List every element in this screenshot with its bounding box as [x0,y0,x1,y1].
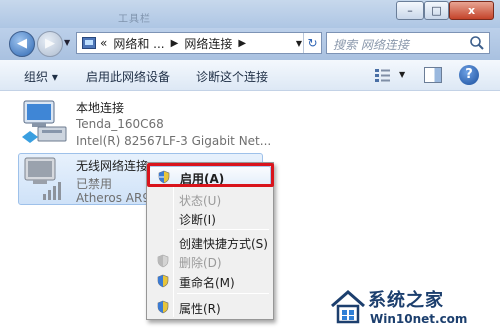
organize-menu[interactable]: 组织 ▾ [24,68,58,85]
recent-pages-dropdown[interactable]: ▼ [64,38,70,47]
search-icon[interactable] [469,35,485,51]
shield-icon [157,254,169,268]
breadcrumb-network-connections[interactable]: 网络连接 [184,35,232,52]
menu-item-label: 创建快捷方式(S) [179,237,268,251]
title-bar: 工具栏 – □ x [0,0,500,28]
wireless-network-icon [24,157,61,200]
shield-icon [157,300,169,314]
maximize-button[interactable]: □ [424,1,449,20]
chevron-right-icon[interactable]: ▶ [238,38,246,49]
menu-item-properties[interactable]: 属性(R) [149,297,271,317]
connection-name: 无线网络连接 [76,159,149,173]
command-toolbar: 组织 ▾ 启用此网络设备 诊断这个连接 ▼ ? [0,60,500,91]
refresh-button[interactable]: ↻ [303,33,321,53]
connection-item-local[interactable]: 本地连接 Tenda_160C68 Intel(R) 82567LF-3 Gig… [18,97,298,155]
connection-name: 本地连接 [76,101,125,115]
menu-item-label: 诊断(I) [179,213,216,227]
minimize-button[interactable]: – [396,1,424,20]
house-logo-icon [331,290,365,324]
wired-network-icon [22,100,67,143]
view-options-icon[interactable] [374,67,392,83]
help-button[interactable]: ? [459,65,479,85]
menu-separator [177,229,269,230]
navigation-bar: ◀ ▶ ▼ « 网络和 ... ▶ 网络连接 ▶ ▼ ↻ 搜索 网络连接 [0,28,500,60]
address-dropdown-icon[interactable]: ▼ [296,39,302,48]
close-button[interactable]: x [449,1,494,20]
connection-status: 已禁用 [76,177,113,191]
search-placeholder: 搜索 网络连接 [333,38,409,52]
menu-item-create-shortcut[interactable]: 创建快捷方式(S) [149,232,271,252]
watermark-url: Win10net.com [370,312,468,326]
connection-adapter: Intel(R) 82567LF-3 Gigabit Net... [76,134,272,148]
search-input[interactable]: 搜索 网络连接 [326,32,490,54]
menu-item-status[interactable]: 状态(U) [149,189,271,209]
shield-icon [157,274,169,288]
watermark: 系统之家 Win10net.com [330,282,498,332]
network-folder-icon [82,37,96,49]
watermark-title: 系统之家 [368,290,444,311]
menu-item-label: 属性(R) [179,302,221,316]
menu-item-delete[interactable]: 删除(D) [149,251,271,271]
menu-item-label: 删除(D) [179,256,222,270]
forward-button[interactable]: ▶ [37,31,63,57]
menu-item-diagnose[interactable]: 诊断(I) [149,208,271,228]
breadcrumb-network-sharing[interactable]: 网络和 ... [113,35,164,52]
breadcrumb-overflow[interactable]: « [100,36,107,50]
diagnose-connection-button[interactable]: 诊断这个连接 [196,68,268,85]
menu-item-label: 状态(U) [179,194,222,208]
menu-item-label: 重命名(M) [179,276,235,290]
menu-separator [177,293,269,294]
highlight-box [147,163,274,187]
window-title: 工具栏 [118,14,151,25]
connection-network: Tenda_160C68 [76,117,164,131]
back-button[interactable]: ◀ [9,31,35,57]
enable-device-button[interactable]: 启用此网络设备 [86,68,170,85]
chevron-right-icon[interactable]: ▶ [171,38,179,49]
preview-pane-icon[interactable] [424,67,442,83]
address-bar[interactable]: « 网络和 ... ▶ 网络连接 ▶ ▼ ↻ [76,32,322,54]
view-options-dropdown[interactable]: ▼ [399,70,405,79]
menu-item-rename[interactable]: 重命名(M) [149,271,271,291]
